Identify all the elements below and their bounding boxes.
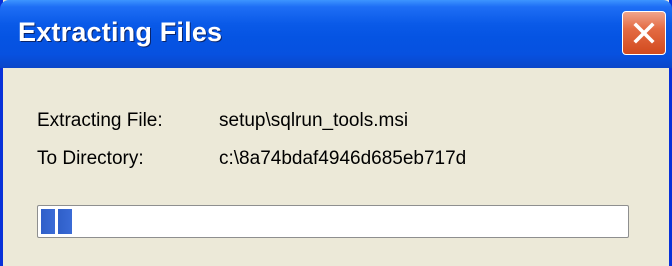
title-bar[interactable]: Extracting Files (0, 0, 672, 68)
dialog-body: Extracting File: setup\sqlrun_tools.msi … (3, 68, 669, 266)
progress-fill (41, 209, 74, 234)
extraction-progress-bar (37, 205, 629, 238)
to-directory-label: To Directory: (37, 148, 144, 169)
extracting-file-value: setup\sqlrun_tools.msi (219, 110, 409, 131)
dialog-title: Extracting Files (18, 17, 223, 47)
extracting-file-label: Extracting File: (37, 110, 163, 131)
close-icon (633, 22, 655, 44)
extracting-files-dialog: Extracting Files Extracting File: setup\… (0, 0, 672, 266)
to-directory-value: c:\8a74bdaf4946d685eb717d (219, 148, 467, 169)
close-button[interactable] (622, 11, 666, 55)
